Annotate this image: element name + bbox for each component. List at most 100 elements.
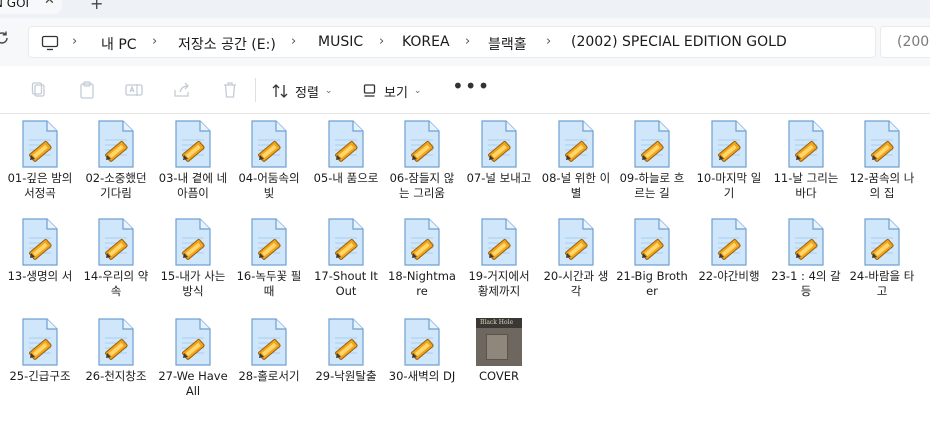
search-box[interactable]: (2002 — [880, 26, 930, 58]
file-name: 07-널 보내고 — [466, 171, 532, 185]
audio-file-icon — [558, 120, 594, 168]
search-input[interactable]: (2002 — [897, 34, 930, 50]
image-file-item[interactable]: Black Hole COVER — [463, 318, 535, 384]
delete-icon[interactable] — [220, 80, 240, 100]
toolbar-divider — [255, 78, 256, 102]
audio-file-item[interactable]: 03-내 곁에 네 아픔이 — [157, 120, 229, 200]
audio-file-item[interactable]: 17-Shout It Out — [310, 218, 382, 298]
breadcrumb-music[interactable]: MUSIC — [318, 34, 363, 50]
audio-file-item[interactable]: 16-녹두꽃 필 때 — [233, 218, 305, 298]
refresh-icon[interactable] — [0, 30, 10, 46]
audio-file-icon — [481, 120, 517, 168]
file-name: 12-꿈속의 나의 집 — [849, 171, 915, 200]
file-name: 08-널 위한 이별 — [541, 171, 611, 200]
audio-file-item[interactable]: 12-꿈속의 나의 집 — [846, 120, 918, 200]
file-name: 18-Nightmare — [388, 269, 456, 298]
audio-file-item[interactable]: 13-생명의 서 — [4, 218, 76, 284]
file-name: COVER — [478, 369, 519, 383]
audio-file-item[interactable]: 24-바람을 타고 — [846, 218, 918, 298]
new-tab-button[interactable]: + — [90, 0, 103, 13]
audio-file-icon — [328, 318, 364, 366]
sort-icon — [272, 84, 288, 98]
audio-file-item[interactable]: 26-천지창조 — [80, 318, 152, 384]
share-icon[interactable] — [172, 80, 192, 100]
audio-file-item[interactable]: 14-우리의 약속 — [80, 218, 152, 298]
rename-icon[interactable] — [124, 80, 144, 100]
cover-thumbnail: Black Hole — [476, 318, 522, 366]
file-name: 26-천지창조 — [85, 369, 147, 383]
sort-button[interactable]: 정렬 ⌄ — [271, 78, 332, 104]
file-name: 17-Shout It Out — [314, 269, 378, 298]
breadcrumb-storage[interactable]: 저장소 공간 (E:) — [178, 34, 276, 54]
breadcrumb-blackhole[interactable]: 블랙홀 — [488, 34, 527, 54]
file-name: 13-생명의 서 — [7, 269, 73, 283]
audio-file-item[interactable]: 25-긴급구조 — [4, 318, 76, 384]
view-button[interactable]: 보기 ⌄ — [362, 78, 421, 104]
audio-file-item[interactable]: 20-시간과 생각 — [540, 218, 612, 298]
file-name: 21-Big Brother — [616, 269, 688, 298]
computer-icon[interactable] — [41, 35, 59, 51]
file-name: 29-낙원탈출 — [315, 369, 377, 383]
paste-icon[interactable] — [77, 80, 97, 100]
audio-file-icon — [98, 218, 134, 266]
audio-file-icon — [864, 120, 900, 168]
audio-file-icon — [634, 120, 670, 168]
tab-current[interactable]: N GOI ✕ — [0, 0, 62, 14]
audio-file-item[interactable]: 07-널 보내고 — [463, 120, 535, 186]
breadcrumb-chevron-icon[interactable]: › — [72, 34, 77, 49]
audio-file-icon — [251, 218, 287, 266]
breadcrumb-korea[interactable]: KOREA — [402, 34, 450, 50]
audio-file-item[interactable]: 02-소중했던 기다림 — [80, 120, 152, 200]
breadcrumb-chevron-icon[interactable]: › — [152, 34, 157, 49]
audio-file-item[interactable]: 15-내가 사는 방식 — [157, 218, 229, 298]
audio-file-item[interactable]: 10-마지막 일기 — [693, 120, 765, 200]
breadcrumb-album[interactable]: (2002) SPECIAL EDITION GOLD — [571, 34, 787, 50]
audio-file-item[interactable]: 21-Big Brother — [616, 218, 688, 298]
audio-file-item[interactable]: 05-내 품으로 — [310, 120, 382, 186]
audio-file-item[interactable]: 19-거지에서 황제까지 — [463, 218, 535, 298]
breadcrumb-chevron-icon[interactable]: › — [379, 34, 384, 49]
audio-file-icon — [175, 120, 211, 168]
audio-file-icon — [251, 120, 287, 168]
audio-file-item[interactable]: 01-깊은 밤의 서정곡 — [4, 120, 76, 200]
tab-title: N GOI — [0, 0, 30, 10]
address-bar[interactable]: › 내 PC › 저장소 공간 (E:) › MUSIC › KOREA › 블… — [28, 26, 876, 58]
audio-file-item[interactable]: 22-야간비행 — [693, 218, 765, 284]
file-name: 22-야간비행 — [698, 269, 760, 283]
breadcrumb-chevron-icon[interactable]: › — [291, 34, 296, 49]
audio-file-item[interactable]: 04-어둠속의 빛 — [233, 120, 305, 200]
breadcrumb-my-pc[interactable]: 내 PC — [101, 34, 137, 54]
audio-file-icon — [98, 120, 134, 168]
audio-file-item[interactable]: 28-홀로서기 — [233, 318, 305, 384]
file-name: 09-하늘로 흐르는 길 — [619, 171, 685, 200]
more-options-button[interactable]: ••• — [452, 74, 490, 98]
audio-file-icon — [22, 120, 58, 168]
audio-file-item[interactable]: 09-하늘로 흐르는 길 — [616, 120, 688, 200]
audio-file-item[interactable]: 23-1 : 4의 갈등 — [770, 218, 842, 298]
audio-file-item[interactable]: 30-새벽의 DJ — [386, 318, 458, 384]
view-icon — [363, 84, 376, 97]
audio-file-item[interactable]: 08-널 위한 이별 — [540, 120, 612, 200]
close-tab-icon[interactable]: ✕ — [44, 0, 55, 8]
audio-file-icon — [328, 120, 364, 168]
audio-file-item[interactable]: 18-Nightmare — [386, 218, 458, 298]
file-name: 03-내 곁에 네 아픔이 — [158, 171, 228, 200]
audio-file-item[interactable]: 06-잠들지 않는 그리움 — [386, 120, 458, 200]
audio-file-icon — [404, 318, 440, 366]
audio-file-icon — [22, 218, 58, 266]
audio-file-icon — [404, 120, 440, 168]
copy-icon[interactable] — [29, 80, 49, 100]
audio-file-item[interactable]: 27-We Have All — [157, 318, 229, 398]
file-name: 11-날 그리는 바다 — [773, 171, 839, 200]
audio-file-icon — [98, 318, 134, 366]
breadcrumb-chevron-icon[interactable]: › — [546, 34, 551, 49]
audio-file-icon — [864, 218, 900, 266]
file-name: 02-소중했던 기다림 — [85, 171, 147, 200]
audio-file-item[interactable]: 29-낙원탈출 — [310, 318, 382, 384]
sort-label: 정렬 — [295, 85, 319, 101]
breadcrumb-chevron-icon[interactable]: › — [465, 34, 470, 49]
audio-file-icon — [788, 218, 824, 266]
navigation-bar: › 내 PC › 저장소 공간 (E:) › MUSIC › KOREA › 블… — [0, 18, 930, 66]
audio-file-item[interactable]: 11-날 그리는 바다 — [770, 120, 842, 200]
file-name: 05-내 품으로 — [313, 171, 379, 185]
